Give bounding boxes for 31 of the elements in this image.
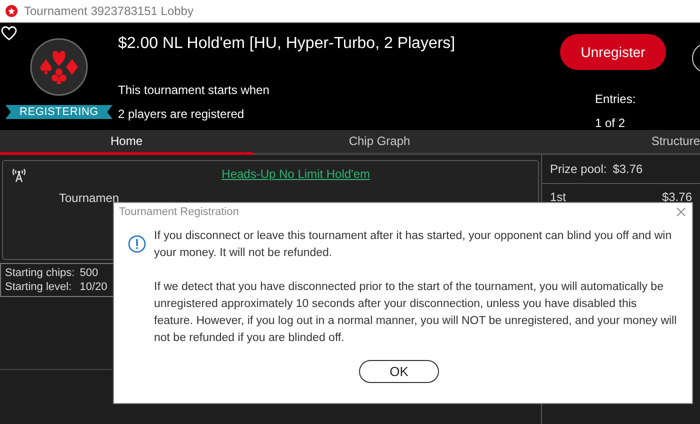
- stat-value: 10/20: [80, 281, 108, 293]
- unregister-button[interactable]: Unregister: [560, 34, 666, 70]
- place-label: 1st: [550, 190, 566, 204]
- tab[interactable]: Home: [0, 130, 253, 155]
- window-title: Tournament 3923783151 Lobby: [24, 4, 194, 18]
- suits-logo-icon: [30, 38, 88, 96]
- description-text: Tournamen: [59, 191, 120, 205]
- dialog-title: Tournament Registration: [119, 206, 239, 218]
- prize-pool-label: Prize pool:: [550, 162, 607, 176]
- stat-value: 500: [80, 267, 100, 279]
- ok-button[interactable]: OK: [359, 360, 439, 383]
- prize-amount: $3.76: [662, 190, 692, 204]
- dialog-message: If you disconnect or leave this tournament after it has started, your opponent can blind you off and win your money. It will not be refunded.: [154, 229, 673, 261]
- tournament-title: $2.00 NL Hold'em [HU, Hyper-Turbo, 2 Players]: [118, 35, 456, 53]
- info-icon: [128, 235, 146, 253]
- prize-pool-value: $3.76: [612, 162, 643, 176]
- entries-label: Entries:: [595, 92, 636, 106]
- tab[interactable]: Structure: [506, 130, 700, 155]
- dialog-message: If we detect that you have disconnected prior to the start of the tournament, you will automatically be unregistered approximately 10 seconds after your disconnection, unless you have disabled this feature. However, if you log out in a normal manner, you will NOT be unregistered, and your money will not be refunded if you are blinded off.: [154, 280, 678, 346]
- start-note: This tournament starts when: [118, 83, 270, 97]
- game-link[interactable]: Heads-Up No Limit Hold'em: [222, 167, 370, 181]
- stat-label: Starting level:: [5, 281, 73, 293]
- app-logo-icon: [5, 4, 18, 18]
- status-badge: REGISTERING: [5, 105, 113, 119]
- start-note: 2 players are registered: [118, 107, 246, 121]
- close-icon[interactable]: [676, 207, 686, 217]
- entries-value: 1 of 2: [595, 116, 626, 130]
- stat-label: Starting chips:: [5, 267, 75, 279]
- tab[interactable]: Chip Graph: [253, 130, 506, 155]
- antenna-icon: [11, 167, 27, 183]
- heart-icon[interactable]: [1, 26, 17, 41]
